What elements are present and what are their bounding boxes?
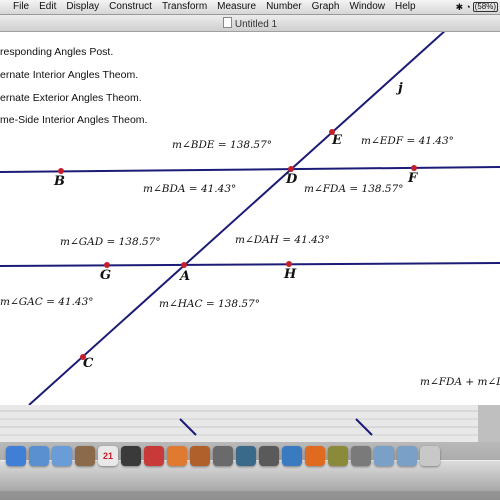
sketch-canvas[interactable]: responding Angles Post. ernate Interior …: [0, 32, 500, 405]
mail-icon[interactable]: [52, 446, 72, 466]
menu-help[interactable]: Help: [390, 0, 421, 14]
guitar-icon[interactable]: [190, 446, 210, 466]
status-area: ✱ ◔ (58%): [456, 2, 500, 13]
menu-construct[interactable]: Construct: [104, 0, 157, 14]
menu-file[interactable]: File: [8, 0, 34, 14]
battery-indicator[interactable]: (58%): [472, 2, 498, 12]
app-icon[interactable]: [213, 446, 233, 466]
measure-edf[interactable]: m∠EDF = 41.43°: [361, 135, 454, 147]
dock-icons: 21: [6, 446, 440, 466]
firefox-icon[interactable]: [305, 446, 325, 466]
menu-transform[interactable]: Transform: [157, 0, 212, 14]
label-f[interactable]: F: [408, 171, 417, 186]
point-a[interactable]: [181, 262, 187, 268]
dock: 21: [0, 442, 500, 500]
measure-bda[interactable]: m∠BDA = 41.43°: [143, 183, 236, 195]
folder-icon[interactable]: [397, 446, 417, 466]
app-icon[interactable]: [328, 446, 348, 466]
label-e[interactable]: E: [332, 133, 342, 148]
app-icon[interactable]: [259, 446, 279, 466]
justification-alt-exterior[interactable]: ernate Exterior Angles Theom.: [0, 92, 142, 104]
photo-icon[interactable]: [75, 446, 95, 466]
geometry-figure: [0, 32, 500, 405]
menu-graph[interactable]: Graph: [307, 0, 345, 14]
folder-icon[interactable]: [374, 446, 394, 466]
measure-sum[interactable]: m∠FDA + m∠D: [420, 376, 500, 388]
label-j[interactable]: j: [398, 81, 403, 96]
menu-number[interactable]: Number: [261, 0, 307, 14]
time-machine-icon[interactable]: [236, 446, 256, 466]
measure-bde[interactable]: m∠BDE = 138.57°: [172, 139, 272, 151]
label-b[interactable]: B: [54, 174, 65, 189]
label-g[interactable]: G: [100, 268, 111, 283]
music-icon[interactable]: [167, 446, 187, 466]
menu-edit[interactable]: Edit: [34, 0, 61, 14]
reflection-lines: [0, 405, 500, 442]
app-icon[interactable]: [121, 446, 141, 466]
transversal-j[interactable]: [28, 32, 447, 405]
label-d[interactable]: D: [286, 172, 297, 187]
window-title: Untitled 1: [0, 17, 500, 30]
window-titlebar[interactable]: Untitled 1: [0, 15, 500, 32]
menu-bar: File Edit Display Construct Transform Me…: [0, 0, 500, 15]
itunes-icon[interactable]: [144, 446, 164, 466]
measure-fda[interactable]: m∠FDA = 138.57°: [304, 183, 404, 195]
wifi-icon[interactable]: ◔: [465, 2, 470, 12]
document-icon: [222, 17, 232, 28]
trash-icon[interactable]: [420, 446, 440, 466]
measure-gac[interactable]: m∠GAC = 41.43°: [0, 296, 94, 308]
justification-alt-interior[interactable]: ernate Interior Angles Theom.: [0, 69, 138, 81]
line-gah[interactable]: [0, 262, 500, 267]
menu-window[interactable]: Window: [344, 0, 390, 14]
justification-same-side[interactable]: me-Side Interior Angles Theom.: [0, 114, 147, 126]
label-a[interactable]: A: [180, 269, 190, 284]
browser-icon[interactable]: [282, 446, 302, 466]
measure-hac[interactable]: m∠HAC = 138.57°: [159, 298, 260, 310]
calendar-icon[interactable]: 21: [98, 446, 118, 466]
label-h[interactable]: H: [284, 267, 296, 282]
measure-dah[interactable]: m∠DAH = 41.43°: [235, 234, 330, 246]
window-title-text: Untitled 1: [234, 19, 278, 30]
window-reflection: [0, 405, 500, 442]
line-bdf[interactable]: [0, 166, 500, 173]
app-icon[interactable]: [351, 446, 371, 466]
menu-display[interactable]: Display: [61, 0, 104, 14]
finder-icon[interactable]: [6, 446, 26, 466]
label-c[interactable]: C: [83, 356, 93, 371]
measure-gad[interactable]: m∠GAD = 138.57°: [60, 236, 161, 248]
globe-icon[interactable]: [29, 446, 49, 466]
menu-measure[interactable]: Measure: [212, 0, 261, 14]
bluetooth-icon[interactable]: ✱: [456, 2, 464, 13]
justification-corresponding[interactable]: responding Angles Post.: [0, 46, 113, 58]
